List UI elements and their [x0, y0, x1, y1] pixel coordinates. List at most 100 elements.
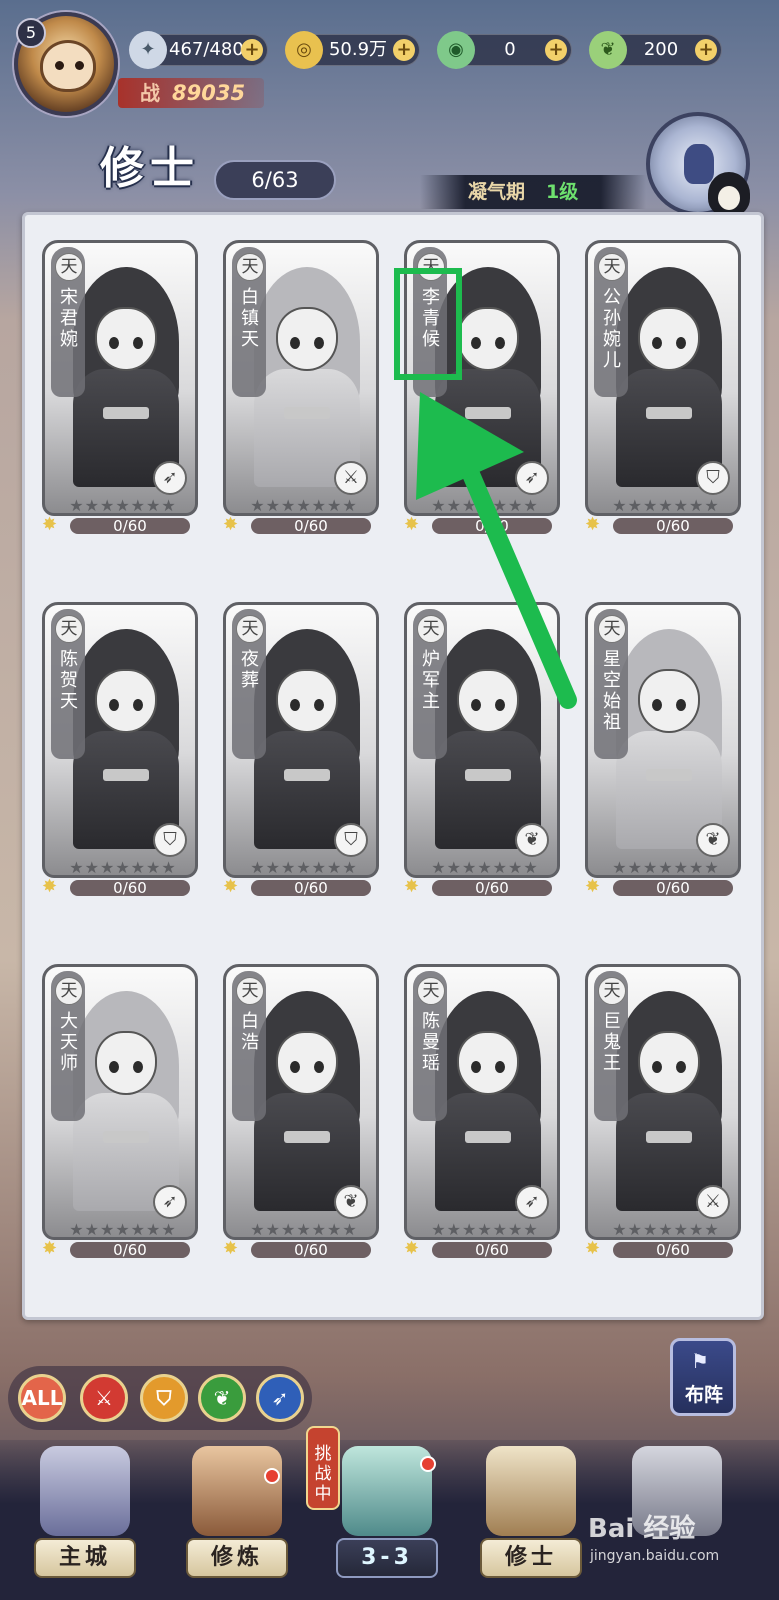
cultivator-card[interactable]: 天 大天师 ➶ ★★★★★★★ ✸ 0/60	[42, 964, 198, 1259]
fragment-icon: ✸	[223, 514, 239, 535]
watermark-url: jingyan.baidu.com	[590, 1548, 720, 1564]
star-icon: ★	[461, 858, 478, 877]
name-column: 天 星空始祖	[594, 609, 628, 759]
cultivator-card[interactable]: 天 星空始祖 ❦ ★★★★★★★ ✸ 0/60	[585, 602, 741, 897]
portrait-belt	[103, 407, 149, 419]
fragment-count: 0/60	[294, 879, 328, 897]
star-icon: ★	[508, 1220, 524, 1239]
cultivator-card[interactable]: 天 白镇天 ⚔ ★★★★★★★ ✸ 0/60	[223, 240, 379, 535]
grade-badge: 天	[236, 253, 264, 281]
star-icon: ★	[658, 496, 674, 515]
challenge-tag: 挑战中	[306, 1426, 340, 1510]
star-icon: ★	[130, 858, 147, 877]
name-column: 天 白浩	[232, 971, 266, 1121]
grade-badge: 天	[417, 615, 445, 643]
portrait-eye	[109, 699, 119, 711]
star-icon: ★	[265, 1220, 281, 1239]
star-icon: ★	[477, 496, 493, 515]
cultivator-card[interactable]: 天 炉军主 ❦ ★★★★★★★ ✸ 0/60	[404, 602, 560, 897]
cultivator-card[interactable]: 天 巨鬼王 ⚔ ★★★★★★★ ✸ 0/60	[585, 964, 741, 1259]
star-icon: ★	[115, 496, 131, 515]
cultivator-card[interactable]: 天 宋君婉 ➶ ★★★★★★★ ✸ 0/60	[42, 240, 198, 535]
cultivator-card[interactable]: 天 公孙婉儿 ⛉ ★★★★★★★ ✸ 0/60	[585, 240, 741, 535]
cultivator-card[interactable]: 天 夜葬 ⛉ ★★★★★★★ ✸ 0/60	[223, 602, 379, 897]
star-icon: ★	[146, 858, 162, 877]
add-stamina-button[interactable]: +	[241, 39, 263, 61]
add-coins-button[interactable]: +	[393, 39, 415, 61]
portrait-face	[276, 1031, 338, 1095]
portrait-face	[457, 669, 519, 733]
nav-cultivators[interactable]: 修士	[466, 1440, 596, 1590]
nav-main-city[interactable]: 主城	[20, 1440, 150, 1590]
page-title: 修士	[100, 143, 200, 194]
star-icon: ★	[508, 496, 524, 515]
filter-sword-button[interactable]: ⚔	[80, 1374, 128, 1422]
portrait-eye	[495, 699, 505, 711]
star-icon: ★	[146, 496, 162, 515]
star-icon: ★	[265, 858, 281, 877]
star-icon: ★	[642, 858, 659, 877]
fragment-count: 0/60	[294, 517, 328, 535]
cultivator-name: 巨鬼王	[603, 1011, 621, 1074]
fragment-icon: ✸	[585, 876, 601, 897]
star-icon: ★	[69, 496, 85, 515]
filter-shield-button[interactable]: ⛉	[140, 1374, 188, 1422]
cultivator-card[interactable]: 天 陈贺天 ⛉ ★★★★★★★ ✸ 0/60	[42, 602, 198, 897]
portrait-eye	[109, 1061, 119, 1073]
star-rating: ★★★★★★★	[234, 858, 374, 877]
star-icon: ★	[280, 496, 297, 515]
nav-label: 主城	[34, 1538, 136, 1578]
cultivator-name: 大天师	[60, 1011, 78, 1074]
portrait-face	[276, 307, 338, 371]
star-icon: ★	[658, 1220, 674, 1239]
palace-icon	[40, 1446, 130, 1536]
star-icon: ★	[146, 1220, 162, 1239]
portrait-belt	[284, 1131, 330, 1143]
cultivator-name: 宋君婉	[60, 287, 78, 350]
portrait-eye	[290, 699, 300, 711]
archer-icon: ➶	[271, 1386, 289, 1410]
filter-leaf-button[interactable]: ❦	[198, 1374, 246, 1422]
name-column: 天 公孙婉儿	[594, 247, 628, 397]
name-column: 天 白镇天	[232, 247, 266, 397]
portrait-eye	[471, 337, 481, 349]
star-icon: ★	[280, 858, 297, 877]
realm-level: 1级	[546, 181, 579, 203]
portrait-belt	[465, 1131, 511, 1143]
nav-cultivate[interactable]: 修炼	[172, 1440, 302, 1590]
fragment-icon: ✸	[404, 1238, 420, 1259]
star-icon: ★	[431, 858, 447, 877]
name-column: 天 陈曼瑶	[413, 971, 447, 1121]
star-icon: ★	[492, 858, 509, 877]
cultivator-card[interactable]: 天 陈曼瑶 ➶ ★★★★★★★ ✸ 0/60	[404, 964, 560, 1259]
cultivator-name: 公孙婉儿	[603, 287, 621, 371]
star-rating: ★★★★★★★	[596, 1220, 736, 1239]
portrait-belt	[646, 1131, 692, 1143]
filter-all-button[interactable]: ALL	[18, 1374, 66, 1422]
star-icon: ★	[461, 496, 478, 515]
name-column: 天 陈贺天	[51, 609, 85, 759]
star-rating: ★★★★★★★	[596, 496, 736, 515]
fragment-icon: ✸	[404, 876, 420, 897]
fragment-count: 0/60	[113, 879, 147, 897]
add-leaf-button[interactable]: +	[695, 39, 717, 61]
fragment-count: 0/60	[294, 1241, 328, 1259]
cultivator-name: 白浩	[241, 1011, 259, 1053]
nav-label: 修炼	[186, 1538, 288, 1578]
vase-icon	[684, 144, 714, 184]
star-icon: ★	[492, 496, 509, 515]
fragment-icon: ✸	[223, 1238, 239, 1259]
star-icon: ★	[704, 858, 720, 877]
card-frame: 天 陈贺天 ⛉ ★★★★★★★	[42, 602, 198, 878]
highlight-box	[394, 268, 462, 380]
cultivator-card[interactable]: 天 白浩 ❦ ★★★★★★★ ✸ 0/60	[223, 964, 379, 1259]
portrait-face	[276, 669, 338, 733]
add-jade-button[interactable]: +	[545, 39, 567, 61]
star-icon: ★	[311, 1220, 328, 1239]
star-icon: ★	[342, 1220, 358, 1239]
portrait-belt	[646, 407, 692, 419]
star-icon: ★	[704, 1220, 720, 1239]
nav-stage[interactable]: 3-3	[322, 1440, 452, 1590]
star-icon: ★	[342, 858, 358, 877]
filter-archer-button[interactable]: ➶	[256, 1374, 304, 1422]
